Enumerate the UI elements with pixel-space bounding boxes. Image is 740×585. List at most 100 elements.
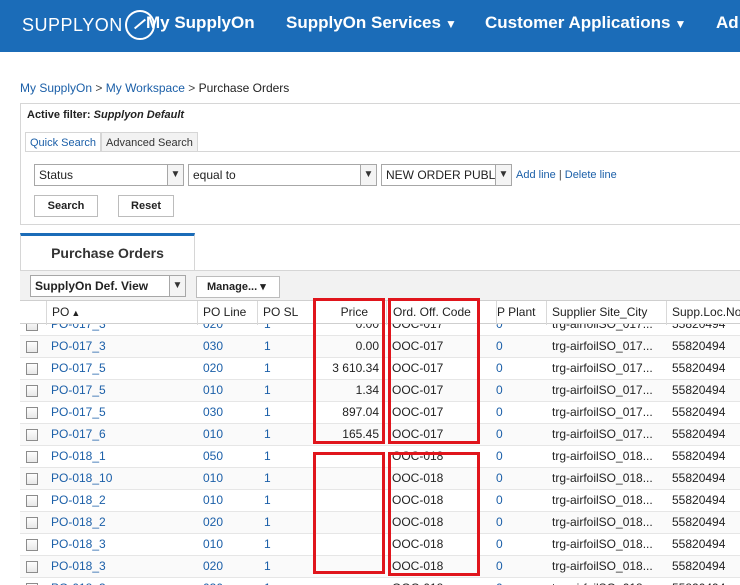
cell-po-line[interactable]: 010: [203, 490, 253, 512]
cell-po[interactable]: PO-017_5: [51, 358, 191, 380]
row-checkbox[interactable]: [26, 363, 38, 375]
cell-supp-loc-no: 55820494: [672, 449, 726, 463]
header-po[interactable]: PO ▲: [46, 301, 197, 325]
add-line-link[interactable]: Add line: [516, 169, 556, 181]
cell-po-line[interactable]: 010: [203, 534, 253, 556]
cell-po[interactable]: PO-017_6: [51, 424, 191, 446]
cell-po-line[interactable]: 030: [203, 578, 253, 585]
row-checkbox[interactable]: [26, 517, 38, 529]
manage-label: Manage...: [207, 281, 258, 293]
header-supp-loc-no[interactable]: Supp.Loc.No: [666, 301, 740, 325]
cell-po-line[interactable]: 010: [203, 424, 253, 446]
delete-line-link[interactable]: Delete line: [565, 169, 617, 181]
cell-price: [316, 578, 379, 585]
search-button[interactable]: Search: [34, 195, 98, 217]
filter-operator-select[interactable]: equal to ▼: [188, 164, 377, 186]
cell-supplier-site-city: trg-airfoilSO_017...: [552, 383, 653, 397]
row-checkbox[interactable]: [26, 495, 38, 507]
cell-po-sl[interactable]: 1: [264, 556, 304, 578]
cell-po-line[interactable]: 010: [203, 380, 253, 402]
nav-admin[interactable]: Ad: [716, 13, 739, 33]
header-po-line[interactable]: PO Line: [197, 301, 257, 325]
filter-field-select[interactable]: Status ▼: [34, 164, 184, 186]
cell-po-sl[interactable]: 1: [264, 336, 304, 358]
breadcrumb-my-supplyon[interactable]: My SupplyOn: [20, 81, 92, 95]
tab-advanced-search[interactable]: Advanced Search: [101, 132, 198, 152]
cell-po-line[interactable]: 020: [203, 358, 253, 380]
cell-p-plant[interactable]: 0: [496, 402, 536, 424]
row-checkbox[interactable]: [26, 385, 38, 397]
cell-supplier-site-city: trg-airfoilSO_018...: [552, 493, 653, 507]
cell-po-sl[interactable]: 1: [264, 402, 304, 424]
cell-p-plant[interactable]: 0: [496, 578, 536, 585]
cell-p-plant[interactable]: 0: [496, 556, 536, 578]
cell-p-plant[interactable]: 0: [496, 490, 536, 512]
reset-button[interactable]: Reset: [118, 195, 174, 217]
view-select[interactable]: SupplyOn Def. View ▼: [30, 275, 186, 297]
cell-po[interactable]: PO-018_1: [51, 446, 191, 468]
cell-po-line[interactable]: 010: [203, 468, 253, 490]
cell-supp-loc-no: 55820494: [672, 361, 726, 375]
row-checkbox[interactable]: [26, 407, 38, 419]
nav-my-supplyon[interactable]: My SupplyOn: [146, 13, 255, 33]
cell-po[interactable]: PO-017_5: [51, 402, 191, 424]
cell-p-plant[interactable]: 0: [496, 336, 536, 358]
row-checkbox[interactable]: [26, 539, 38, 551]
nav-supplyon-services[interactable]: SupplyOn Services ▼: [286, 13, 457, 33]
header-supplier-site-city[interactable]: Supplier Site_City: [546, 301, 666, 325]
cell-po[interactable]: PO-017_5: [51, 380, 191, 402]
cell-po[interactable]: PO-018_10: [51, 468, 191, 490]
cell-supplier-site-city: trg-airfoilSO_017...: [552, 361, 653, 375]
cell-po-line[interactable]: 020: [203, 556, 253, 578]
cell-po[interactable]: PO-018_3: [51, 556, 191, 578]
cell-po[interactable]: PO-018_2: [51, 490, 191, 512]
cell-p-plant[interactable]: 0: [496, 424, 536, 446]
cell-po[interactable]: PO-017_3: [51, 336, 191, 358]
cell-po-line[interactable]: 020: [203, 512, 253, 534]
cell-po-line[interactable]: 030: [203, 336, 253, 358]
table-row[interactable]: PO-018_3 030 1 OOC-018 0 trg-airfoilSO_018...…: [20, 578, 740, 585]
filter-value-select[interactable]: NEW ORDER PUBL ▼: [381, 164, 512, 186]
cell-po-sl[interactable]: 1: [264, 424, 304, 446]
header-p-plant[interactable]: P Plant: [496, 301, 546, 325]
cell-p-plant[interactable]: 0: [496, 534, 536, 556]
cell-p-plant[interactable]: 0: [496, 358, 536, 380]
cell-po-sl[interactable]: 1: [264, 534, 304, 556]
cell-po[interactable]: PO-018_3: [51, 578, 191, 585]
cell-po-line[interactable]: 050: [203, 446, 253, 468]
row-checkbox[interactable]: [26, 341, 38, 353]
cell-po-sl[interactable]: 1: [264, 490, 304, 512]
cell-po[interactable]: PO-018_3: [51, 534, 191, 556]
cell-p-plant[interactable]: 0: [496, 380, 536, 402]
cell-po-sl[interactable]: 1: [264, 358, 304, 380]
cell-supplier-site-city: trg-airfoilSO_018...: [552, 578, 664, 585]
breadcrumb-my-workspace[interactable]: My Workspace: [106, 81, 185, 95]
cell-p-plant[interactable]: 0: [496, 468, 536, 490]
cell-p-plant[interactable]: 0: [496, 512, 536, 534]
cell-p-plant[interactable]: 0: [496, 446, 536, 468]
cell-supplier-site-city: trg-airfoilSO_018...: [552, 449, 653, 463]
cell-po-sl[interactable]: 1: [264, 512, 304, 534]
row-checkbox[interactable]: [26, 451, 38, 463]
cell-po-sl[interactable]: 1: [264, 468, 304, 490]
row-checkbox[interactable]: [26, 473, 38, 485]
cell-supp-loc-no: 55820494: [672, 515, 726, 529]
nav-customer-applications[interactable]: Customer Applications ▼: [485, 13, 686, 33]
cell-po-sl[interactable]: 1: [264, 578, 304, 585]
header-po-sl[interactable]: PO SL: [257, 301, 314, 325]
purchase-orders-tab[interactable]: Purchase Orders: [20, 233, 195, 271]
code-empty-highlight-box: [388, 452, 480, 576]
tab-quick-search[interactable]: Quick Search: [25, 132, 102, 152]
row-checkbox[interactable]: [26, 429, 38, 441]
cell-supp-loc-no: 55820494: [672, 383, 726, 397]
sort-ascending-icon: ▲: [71, 308, 81, 318]
filter-panel: Active filter: Supplyon Default Quick Se…: [20, 103, 740, 225]
supplyon-logo[interactable]: SUPPLYON: [22, 6, 155, 44]
cell-po-line[interactable]: 030: [203, 402, 253, 424]
row-checkbox[interactable]: [26, 561, 38, 573]
cell-po-sl[interactable]: 1: [264, 380, 304, 402]
cell-po-sl[interactable]: 1: [264, 446, 304, 468]
cell-po[interactable]: PO-018_2: [51, 512, 191, 534]
manage-button[interactable]: Manage... ▾: [196, 276, 280, 298]
breadcrumb-separator: >: [95, 81, 103, 95]
